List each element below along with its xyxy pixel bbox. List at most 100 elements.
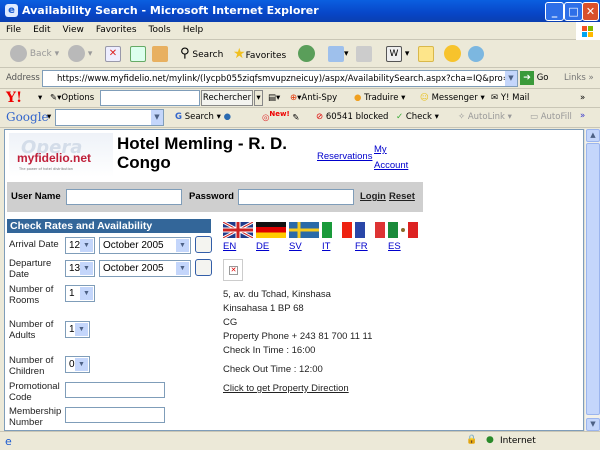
property-direction-link[interactable]: Click to get Property Direction <box>223 383 349 394</box>
promo-code-input[interactable] <box>65 382 165 398</box>
back-button[interactable]: Back ▾ <box>10 45 59 63</box>
back-arrow-icon <box>10 45 27 62</box>
go-button[interactable]: ➔ Go <box>520 71 549 85</box>
google-search-button[interactable]: G Search ▾ ● <box>175 112 231 122</box>
messenger-button[interactable] <box>444 45 461 63</box>
search-icon: ⚲ <box>180 46 190 61</box>
close-button[interactable]: ✕ <box>582 2 599 21</box>
search-button[interactable]: ⚲ Search <box>180 45 223 63</box>
rooms-select[interactable]: 1 ▼ <box>65 285 95 302</box>
login-link[interactable]: Login <box>360 191 386 202</box>
notes-button[interactable] <box>418 45 434 63</box>
arrival-day-select[interactable]: 12 ▼ <box>65 237 95 254</box>
mexico-flag-icon[interactable] <box>388 222 418 238</box>
departure-day-select[interactable]: 13 ▼ <box>65 260 95 277</box>
ymail-button[interactable]: ✉ Y! Mail <box>491 93 529 103</box>
yahoo-search-input[interactable] <box>100 90 200 106</box>
children-select[interactable]: 0 ▼ <box>65 356 90 373</box>
password-input[interactable] <box>238 189 354 205</box>
refresh-icon <box>130 45 146 62</box>
username-input[interactable] <box>66 189 182 205</box>
windows-logo-icon <box>576 22 600 42</box>
adults-select[interactable]: 1 ▼ <box>65 321 90 338</box>
departure-date-label: Departure Date <box>9 258 52 280</box>
maximize-button[interactable]: □ <box>564 2 583 21</box>
menu-tools[interactable]: Tools <box>143 22 177 35</box>
envelope-icon: ✉ <box>491 93 499 103</box>
favorites-button[interactable]: ★Favorites <box>233 45 286 63</box>
scroll-thumb[interactable] <box>586 143 600 415</box>
menu-file[interactable]: File <box>0 22 27 35</box>
departure-calendar-button[interactable] <box>195 259 212 276</box>
autofill-button[interactable]: ▭ AutoFill <box>530 112 572 122</box>
menu-view[interactable]: View <box>57 22 90 35</box>
refresh-button[interactable] <box>130 45 146 63</box>
mail-button[interactable]: ▾ <box>328 45 349 63</box>
address-dropdown[interactable]: ▼ <box>505 71 517 86</box>
chevron-more-icon[interactable]: » <box>580 93 585 103</box>
history-button[interactable] <box>298 45 315 63</box>
reset-link[interactable]: Reset <box>389 191 415 202</box>
web-page: Opera myfidelio.net The power of hotel d… <box>4 129 584 431</box>
minimize-button[interactable]: _ <box>545 2 564 21</box>
lang-es-link[interactable]: ES <box>388 241 401 252</box>
menu-help[interactable]: Help <box>177 22 210 35</box>
chevron-more-icon[interactable]: » <box>580 111 585 121</box>
germany-flag-icon[interactable] <box>256 222 286 238</box>
adults-label: Number of Adults <box>9 319 54 341</box>
messenger-button-y[interactable]: ☺ Messenger ▾ <box>420 93 485 103</box>
menu-edit[interactable]: Edit <box>27 22 56 35</box>
address-input[interactable] <box>42 70 518 87</box>
my-account-link[interactable]: My Account <box>374 142 408 174</box>
check-rates-header: Check Rates and Availability <box>7 219 211 233</box>
forward-button[interactable]: ▾ <box>68 45 92 63</box>
arrival-calendar-button[interactable] <box>195 236 212 253</box>
yahoo-logo-icon[interactable]: Y! <box>6 90 22 106</box>
layout-button[interactable]: ▤▾ <box>268 93 280 103</box>
lang-sv-link[interactable]: SV <box>289 241 302 252</box>
membership-input[interactable] <box>65 407 165 423</box>
forward-arrow-icon <box>68 45 85 62</box>
page-icon: e <box>5 435 12 448</box>
msn-people-icon <box>468 45 484 62</box>
msn-button[interactable] <box>468 45 484 63</box>
departure-month-select[interactable]: October 2005 ▼ <box>99 260 191 277</box>
sweden-flag-icon[interactable] <box>289 222 319 238</box>
italy-flag-icon[interactable] <box>322 222 352 238</box>
reservations-link[interactable]: Reservations <box>317 151 372 162</box>
scroll-down-button[interactable]: ▼ <box>586 418 600 431</box>
menu-favorites[interactable]: Favorites <box>90 22 143 35</box>
globe-icon: ● <box>486 435 494 445</box>
rechercher-button[interactable]: Rechercher <box>201 90 253 106</box>
word-button[interactable]: W ▾ <box>386 45 409 63</box>
home-icon <box>152 45 168 62</box>
lang-en-link[interactable]: EN <box>223 241 236 252</box>
lang-fr-link[interactable]: FR <box>355 241 368 252</box>
google-logo[interactable]: Google <box>6 110 49 124</box>
google-search-input[interactable]: ▼ <box>55 109 164 126</box>
links-button[interactable]: Links » <box>564 73 594 83</box>
new-feature-button[interactable]: ◎New! ✎ <box>262 110 300 123</box>
spellcheck-button[interactable]: ✓ Check ▾ <box>396 112 439 122</box>
lang-de-link[interactable]: DE <box>256 241 269 252</box>
popup-blocker-button[interactable]: ⊘ 60541 blocked <box>316 112 388 122</box>
stop-button[interactable]: ✕ <box>105 45 121 63</box>
property-phone: Property Phone + 243 81 700 11 11 <box>223 331 373 342</box>
home-button[interactable] <box>152 45 168 63</box>
france-flag-icon[interactable] <box>355 222 385 238</box>
status-bar: e 🔒 ● Internet <box>0 431 600 450</box>
antispy-button[interactable]: ⊕▾Anti-Spy <box>290 93 337 103</box>
options-button[interactable]: ✎▾Options <box>50 93 94 103</box>
lang-it-link[interactable]: IT <box>322 241 330 252</box>
address-line: Kinsahasa 1 BP 68 <box>223 303 304 314</box>
smiley-icon: ☺ <box>420 93 429 103</box>
uk-flag-icon[interactable] <box>223 222 253 238</box>
traduire-button[interactable]: ● Traduire ▾ <box>354 93 405 103</box>
arrival-month-select[interactable]: October 2005 ▼ <box>99 237 191 254</box>
scroll-up-button[interactable]: ▲ <box>586 129 600 142</box>
vertical-scrollbar[interactable]: ▲ ▼ <box>584 129 600 431</box>
print-button[interactable] <box>356 45 372 63</box>
autolink-button[interactable]: ✧ AutoLink ▾ <box>458 112 512 122</box>
lock-icon: 🔒 <box>466 435 478 445</box>
search-dropdown[interactable]: ▾ <box>254 90 263 106</box>
